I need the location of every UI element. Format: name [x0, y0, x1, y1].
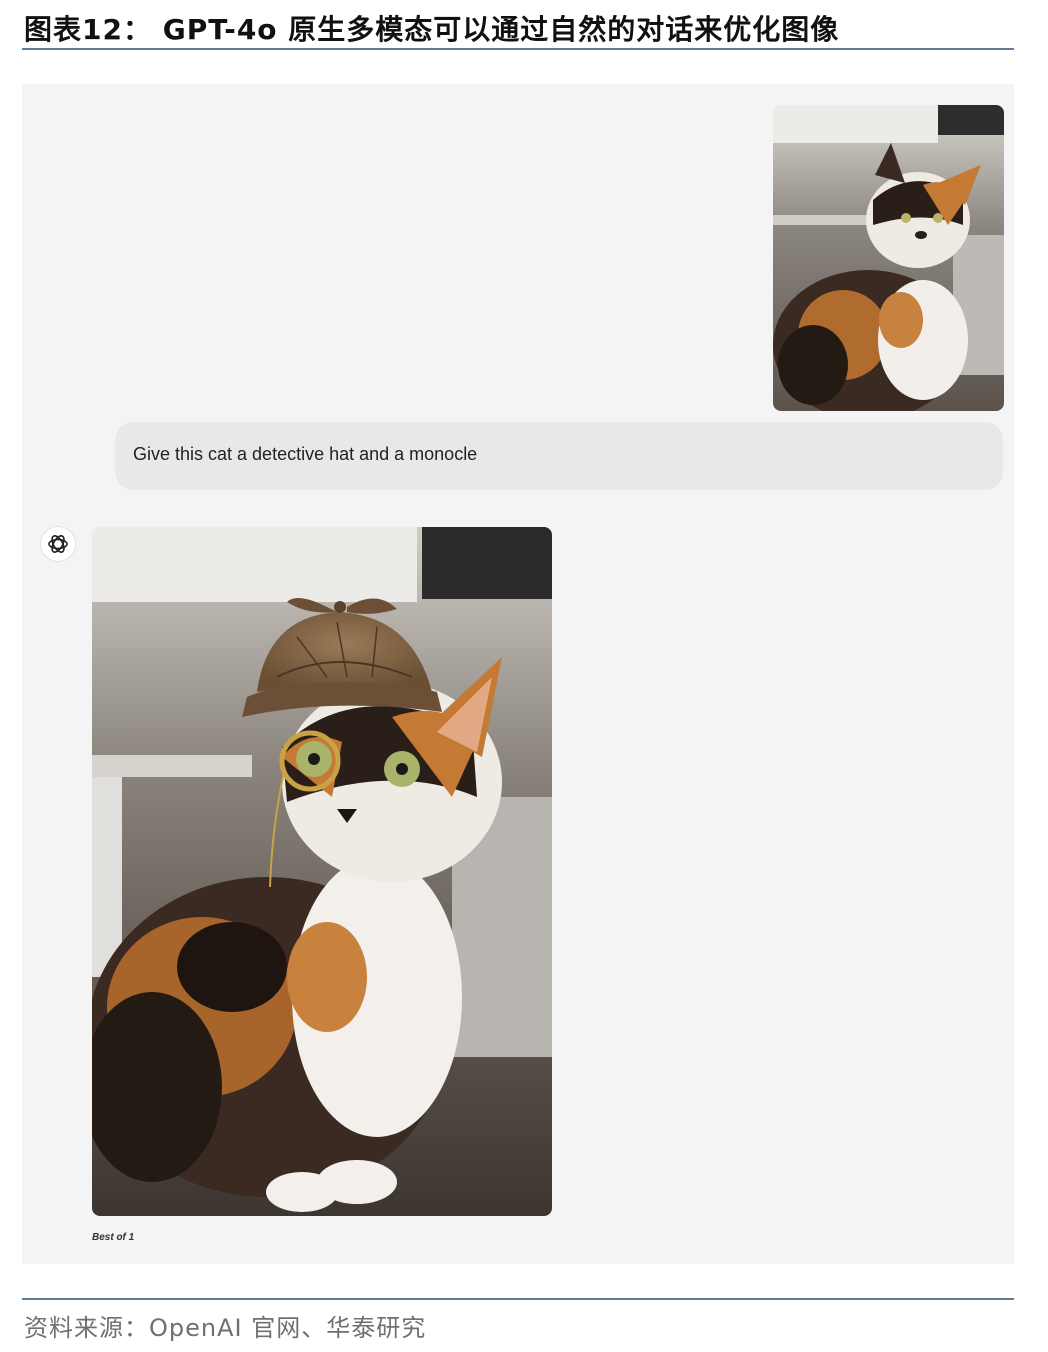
openai-logo-icon	[40, 526, 76, 562]
source-note: 资料来源：OpenAI 官网、华泰研究	[24, 1314, 427, 1342]
footer-divider	[22, 1298, 1014, 1300]
chat-panel: Give this cat a detective hat and a mono…	[22, 84, 1014, 1264]
generation-caption: Best of 1	[92, 1232, 135, 1243]
title-divider	[22, 48, 1014, 50]
user-message-bubble: Give this cat a detective hat and a mono…	[115, 422, 1003, 490]
user-message-text: Give this cat a detective hat and a mono…	[133, 444, 478, 464]
generated-image[interactable]	[92, 527, 552, 1216]
figure-title: 图表12： GPT-4o 原生多模态可以通过自然的对话来优化图像	[24, 13, 840, 46]
user-uploaded-image[interactable]	[773, 105, 1004, 411]
